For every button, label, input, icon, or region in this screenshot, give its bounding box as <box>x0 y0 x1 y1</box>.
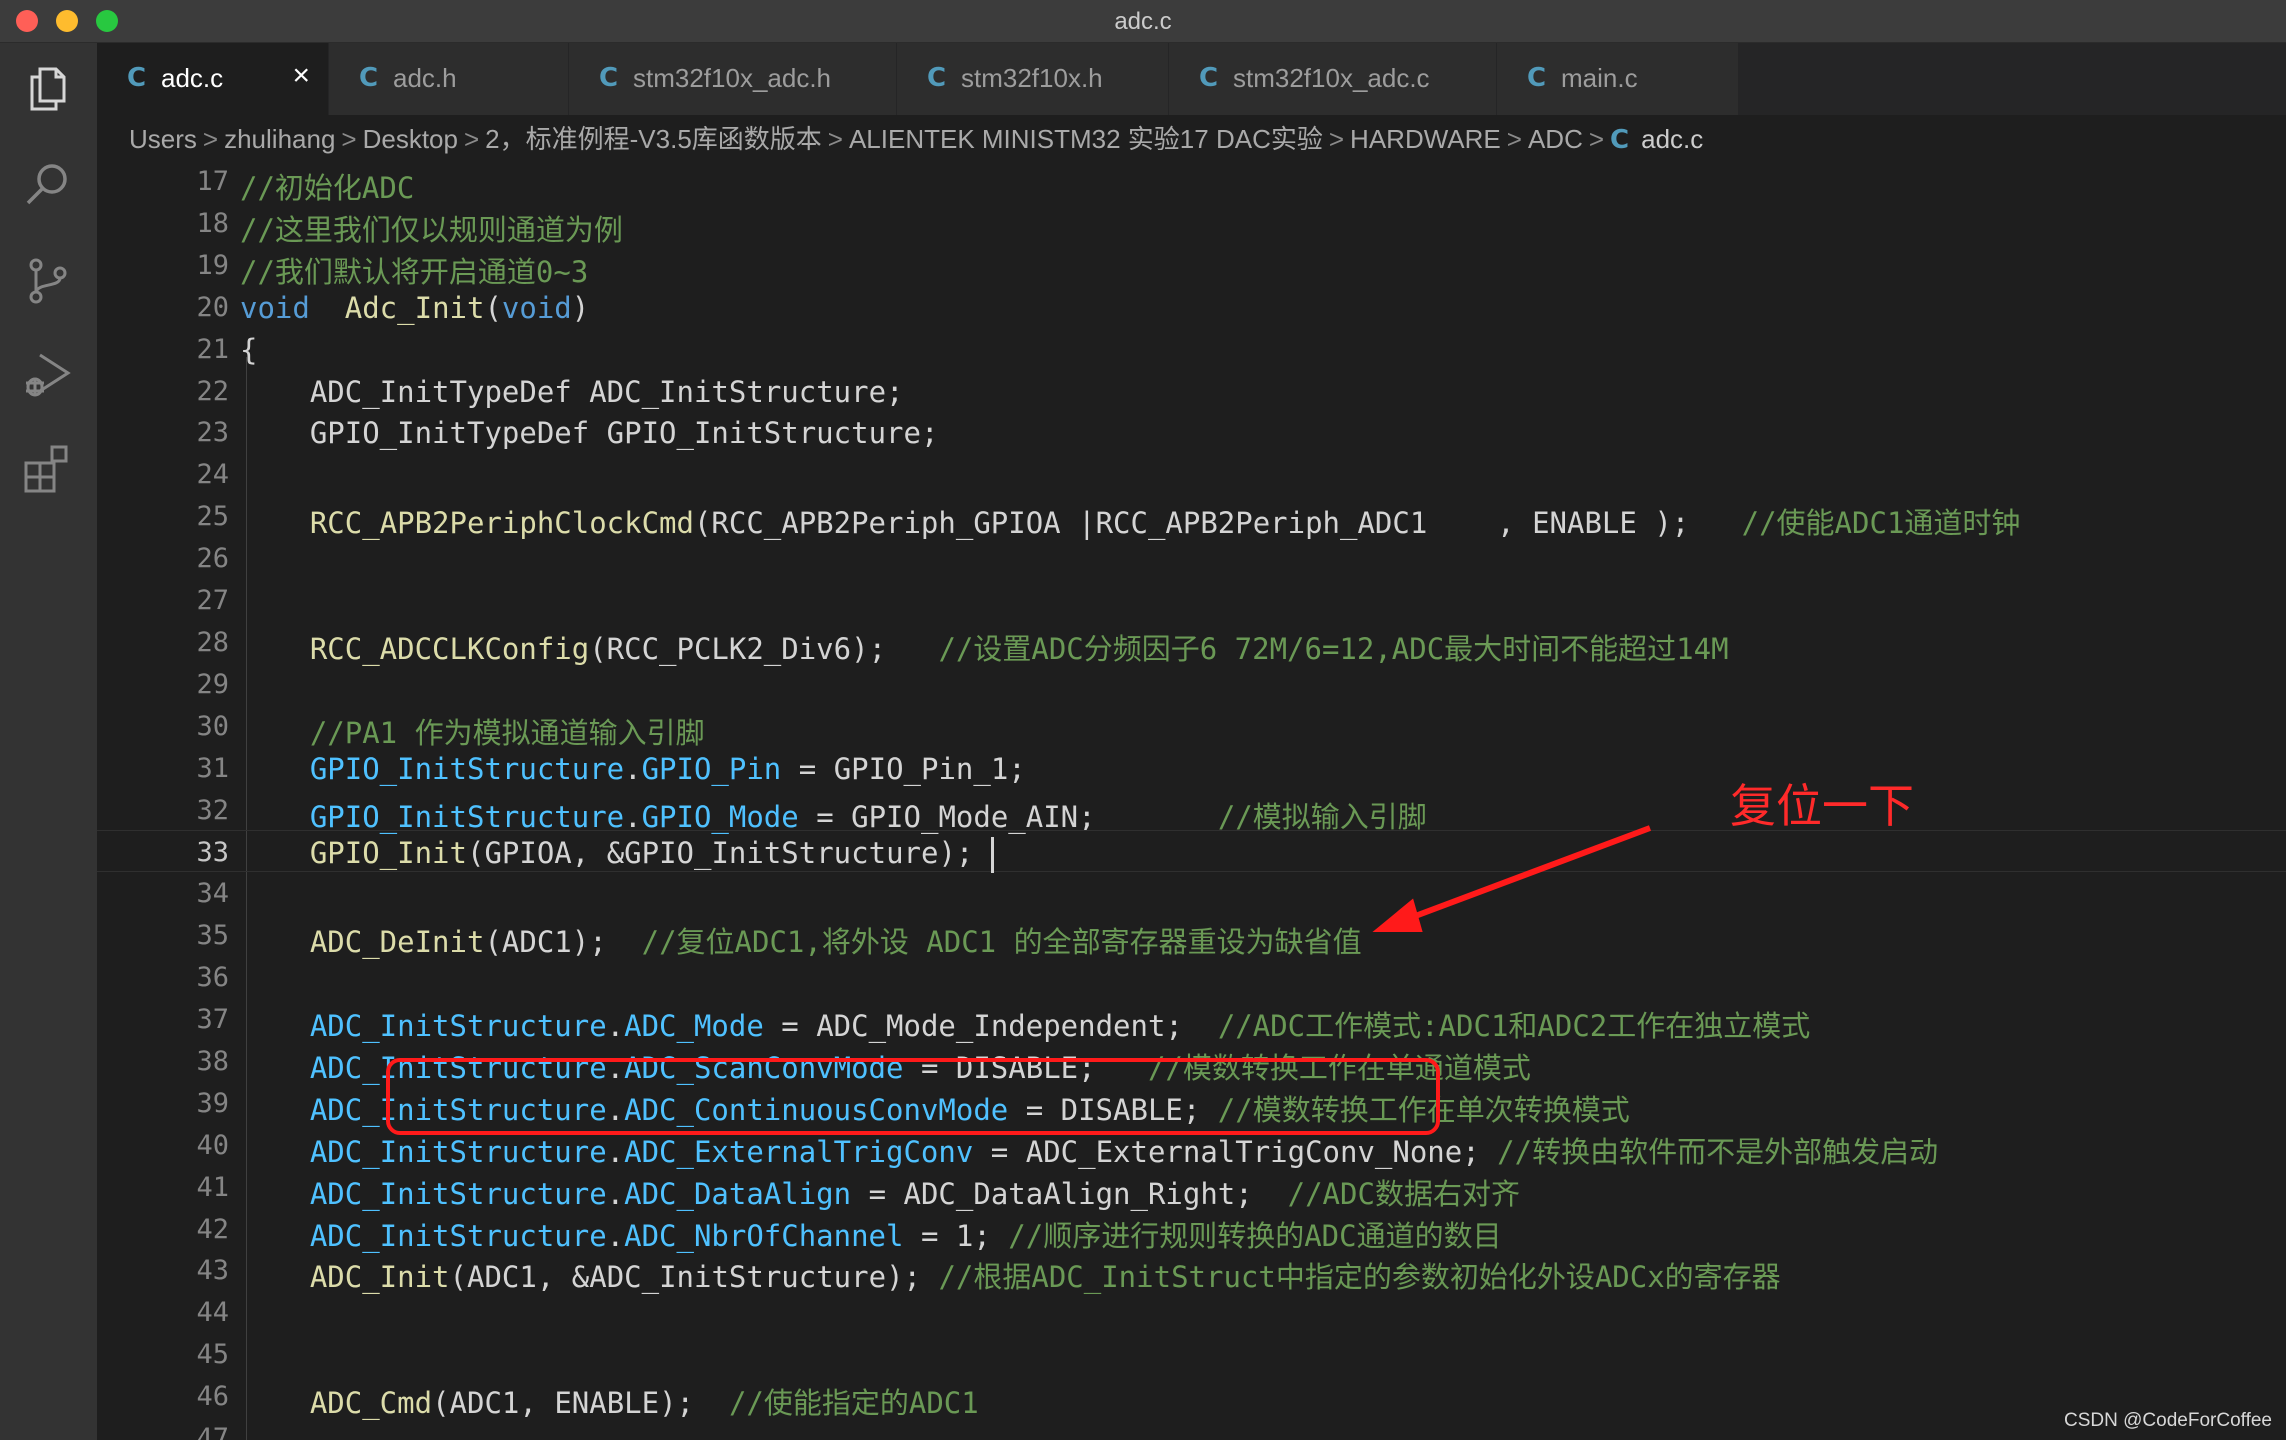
annotation-label: 复位一下 <box>1730 779 1914 833</box>
watermark: CSDN @CodeForCoffee <box>2064 1410 2272 1431</box>
annotation-arrow <box>1372 825 1652 932</box>
